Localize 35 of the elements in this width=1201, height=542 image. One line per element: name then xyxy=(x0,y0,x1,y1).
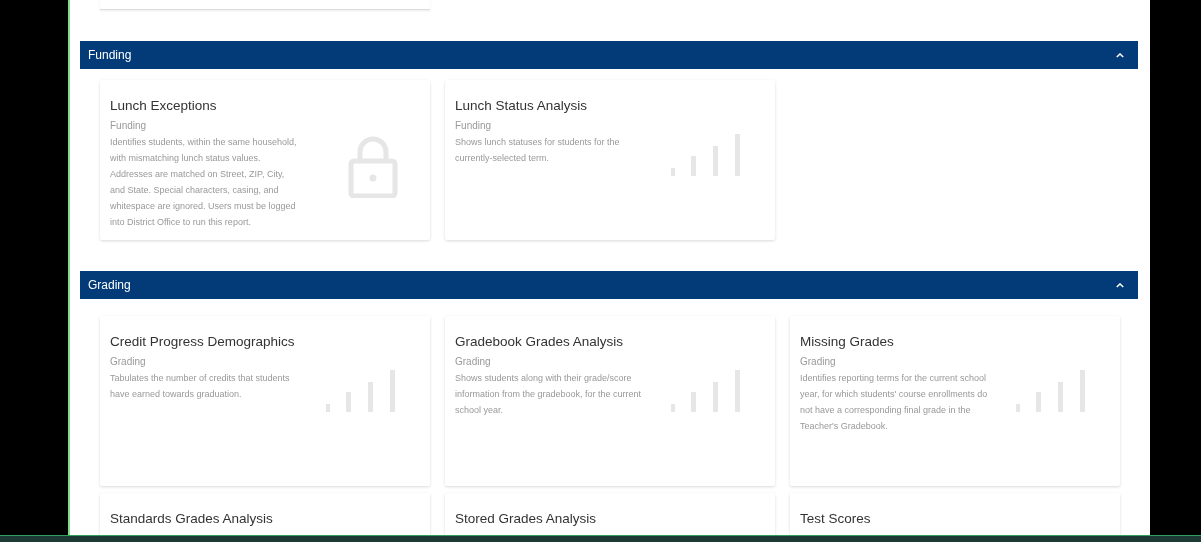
report-card[interactable]: Stored Grades Analysis xyxy=(445,493,775,535)
report-card[interactable]: Lunch Status Analysis Funding Shows lunch statuses for students for the currently-selected term. xyxy=(445,80,775,240)
card-title: Lunch Status Analysis xyxy=(455,98,589,113)
card-title: Missing Grades xyxy=(800,334,895,349)
report-card[interactable]: Credit Progress Demographics Grading Tabulates the number of credits that students have earned towards graduation. xyxy=(100,316,430,486)
section-title: Funding xyxy=(88,48,132,62)
report-card[interactable]: Gradebook Grades Analysis Grading Shows students along with their grade/score information from the gradebook, for the current school year. xyxy=(445,316,775,486)
bar-chart-icon xyxy=(671,134,743,178)
card-title: Credit Progress Demographics xyxy=(110,334,296,349)
card-description: Identifies students, within the same household, with mismatching lunch status values. Addresses are matched on Street, ZIP, City, and State. Special characters, casing, and whitespace are ignored. Users must be logged into District Office to run this report. xyxy=(110,136,298,229)
report-card[interactable]: Standards Grades Analysis xyxy=(100,493,430,535)
card-title: Standards Grades Analysis xyxy=(110,511,274,526)
card-category: Grading xyxy=(110,356,147,367)
bar-chart-icon xyxy=(671,370,743,414)
card-title: Gradebook Grades Analysis xyxy=(455,334,625,349)
lock-icon xyxy=(348,134,398,198)
section-title: Grading xyxy=(88,278,131,292)
report-card[interactable]: Missing Grades Grading Identifies reporting terms for the current school year, for which students' course enrollments do not have a corresponding final grade in the Teacher's Gradebook. xyxy=(790,316,1120,486)
bar-chart-icon xyxy=(1016,370,1088,414)
card-category: Grading xyxy=(455,356,492,367)
report-card[interactable]: Test Scores xyxy=(790,493,1120,535)
card-category: Funding xyxy=(110,120,148,131)
card-title: Test Scores xyxy=(800,511,872,526)
report-card[interactable] xyxy=(100,80,430,240)
card-description: Shows lunch statuses for students for the currently-selected term. xyxy=(455,136,621,165)
card-description: Tabulates the number of credits that students have earned towards graduation. xyxy=(110,372,291,401)
section-header[interactable]: Grading xyxy=(80,271,1138,299)
card-description: Shows students along with their grade/score information from the gradebook, for the current school year. xyxy=(455,372,643,417)
bar-chart-icon xyxy=(326,370,398,414)
card-category: Funding xyxy=(455,120,493,131)
card-title: Stored Grades Analysis xyxy=(455,511,598,526)
section-header[interactable]: Funding xyxy=(80,41,1138,69)
card-category: Grading xyxy=(800,356,837,367)
card-title: Lunch Exceptions xyxy=(110,98,218,113)
card-description: Identifies reporting terms for the current school year, for which students' course enrollments do not have a corresponding final grade in the Teacher's Gradebook. xyxy=(800,372,989,433)
